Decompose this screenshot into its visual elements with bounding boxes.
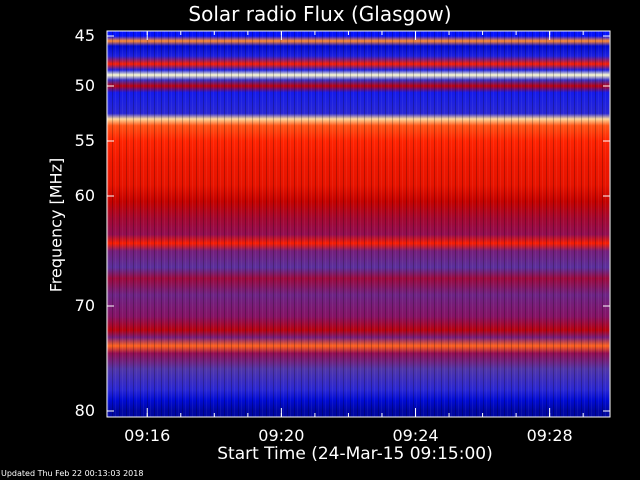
x-tick-label: 09:16	[124, 426, 171, 445]
chart-title: Solar radio Flux (Glasgow)	[188, 2, 452, 26]
y-axis-label: Frequency [MHz]	[46, 157, 66, 293]
x-tick-label: 09:28	[526, 426, 573, 445]
x-tick-label: 09:20	[258, 426, 305, 445]
spectrogram-plot	[106, 30, 611, 418]
y-tick-label: 80	[74, 401, 95, 420]
x-tick-label: 09:24	[392, 426, 439, 445]
x-axis-label: Start Time (24-Mar-15 09:15:00)	[217, 444, 493, 464]
y-tick-label: 50	[74, 76, 95, 95]
y-tick-label: 45	[74, 26, 95, 45]
updated-timestamp: Updated Thu Feb 22 00:13:03 2018	[1, 469, 144, 478]
y-tick-label: 55	[74, 131, 95, 150]
y-tick-label: 60	[74, 186, 95, 205]
y-tick-label: 70	[74, 296, 95, 315]
spectrogram-texture	[107, 31, 610, 417]
